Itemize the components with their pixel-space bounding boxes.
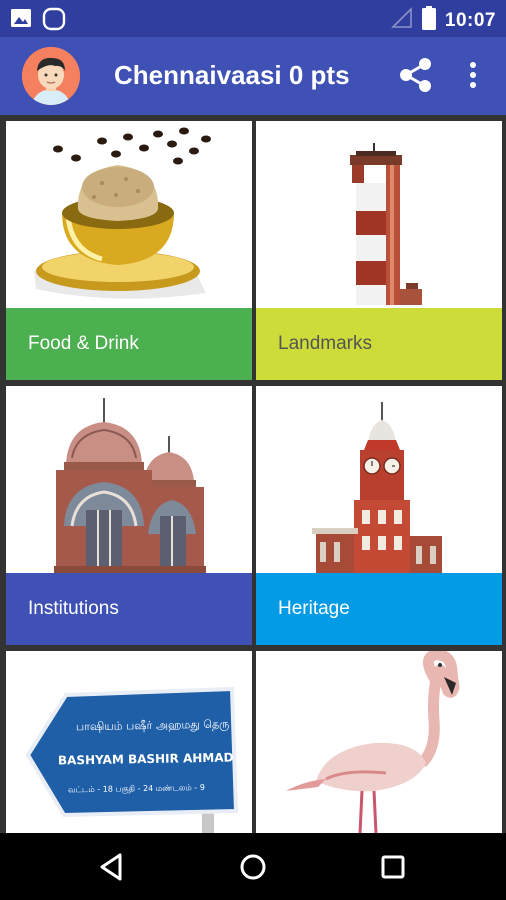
image-notification-icon bbox=[10, 7, 32, 36]
flamingo-image bbox=[256, 651, 502, 833]
filter-coffee-image bbox=[6, 121, 252, 308]
category-label-bar: Food & Drink bbox=[6, 308, 252, 380]
category-grid: Food & Drink Landmarks Institutions Heri… bbox=[0, 115, 506, 833]
category-tile-street-sign[interactable]: பாஷியம் பஷீர் அஹமது தெரு BASHYAM BASHIR … bbox=[6, 651, 252, 833]
lighthouse-image bbox=[256, 121, 502, 308]
category-label: Heritage bbox=[278, 598, 350, 619]
avatar[interactable] bbox=[22, 47, 80, 105]
street-sign-image: பாஷியம் பஷீர் அஹமது தெரு BASHYAM BASHIR … bbox=[6, 651, 252, 833]
street-sign-tamil: பாஷியம் பஷீர் அஹமது தெரு bbox=[76, 718, 230, 734]
category-label: Institutions bbox=[28, 598, 119, 619]
category-label-bar: Landmarks bbox=[256, 308, 502, 380]
category-label-bar: Institutions bbox=[6, 573, 252, 645]
category-tile-institutions[interactable]: Institutions bbox=[6, 386, 252, 645]
category-tile-food-drink[interactable]: Food & Drink bbox=[6, 121, 252, 380]
category-tile-heritage[interactable]: Heritage bbox=[256, 386, 502, 645]
app-bar: Chennaivaasi 0 pts bbox=[0, 37, 506, 115]
navigation-bar bbox=[0, 833, 506, 900]
back-icon[interactable] bbox=[92, 846, 134, 888]
status-time: 10:07 bbox=[444, 9, 496, 31]
battery-icon bbox=[421, 6, 436, 35]
app-title: Chennaivaasi 0 pts bbox=[114, 60, 350, 90]
university-building-image bbox=[6, 386, 252, 573]
category-label: Landmarks bbox=[278, 333, 372, 354]
overflow-menu-icon[interactable] bbox=[460, 55, 486, 95]
clock-tower-image bbox=[256, 386, 502, 573]
app-notification-icon bbox=[42, 7, 66, 36]
category-tile-flamingo[interactable] bbox=[256, 651, 502, 833]
status-bar: 10:07 bbox=[0, 0, 506, 37]
signal-icon bbox=[390, 7, 413, 34]
category-label-bar: Heritage bbox=[256, 573, 502, 645]
category-label: Food & Drink bbox=[28, 333, 139, 354]
category-tile-landmarks[interactable]: Landmarks bbox=[256, 121, 502, 380]
share-icon[interactable] bbox=[396, 55, 436, 95]
home-icon[interactable] bbox=[232, 846, 274, 888]
recents-icon[interactable] bbox=[372, 846, 414, 888]
